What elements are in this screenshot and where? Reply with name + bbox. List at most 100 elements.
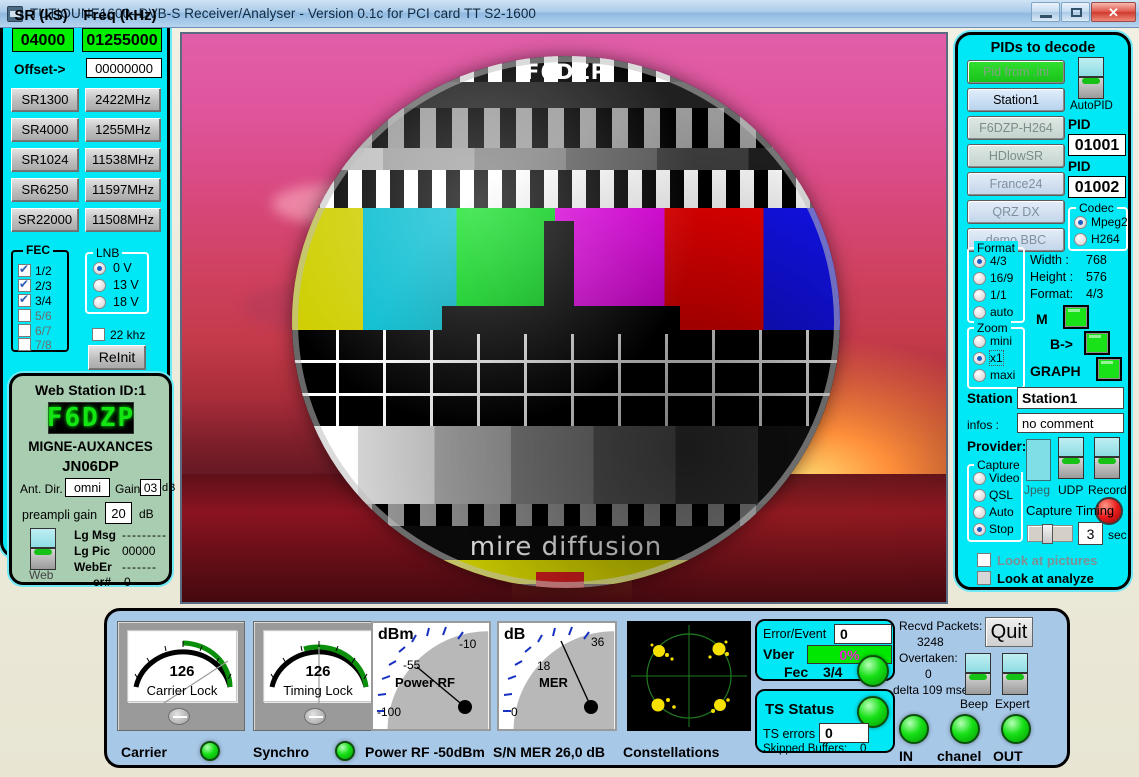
power-rf-caption: Power RF — [395, 675, 455, 690]
infos-field[interactable]: no comment — [1017, 413, 1124, 433]
codec-radio-1[interactable] — [1074, 233, 1087, 246]
carrier-knob[interactable] — [168, 708, 190, 725]
station-field[interactable]: Station1 — [1017, 387, 1124, 409]
beep-toggle-switch[interactable] — [965, 653, 991, 695]
mer-tick-max: 36 — [591, 635, 605, 649]
freq-preset-2[interactable]: 11538MHz — [85, 148, 161, 172]
fec-check-0[interactable] — [18, 262, 31, 277]
b-indicator-lamp — [1084, 331, 1110, 355]
record-toggle-switch[interactable] — [1094, 437, 1120, 479]
codec-group: Codec Mpeg2 H264 — [1068, 201, 1128, 251]
power-rf-tick-mid: -55 — [403, 658, 421, 672]
quit-button[interactable]: Quit — [985, 617, 1033, 647]
freq-preset-4[interactable]: 11508MHz — [85, 208, 161, 232]
format-radio-3[interactable] — [973, 306, 986, 319]
fec-check-1[interactable] — [18, 277, 31, 292]
fec-label-3: 5/6 — [35, 309, 52, 323]
fec-label-4: 6/7 — [35, 324, 52, 338]
ts-errors-field: 0 — [819, 723, 869, 743]
fec-label-1: 2/3 — [35, 279, 52, 293]
pid-button-3[interactable]: HDlowSR — [967, 144, 1065, 168]
fec-check-4[interactable] — [18, 324, 31, 337]
codec-radio-0[interactable] — [1074, 216, 1087, 229]
preampli-unit: dB — [139, 507, 154, 521]
sr-preset-4[interactable]: SR22000 — [11, 208, 79, 232]
out-led — [1001, 714, 1031, 744]
capture-radio-3[interactable] — [973, 523, 986, 536]
globe-top-text: F6DZP — [524, 60, 607, 84]
jpeg-button[interactable] — [1026, 439, 1051, 481]
m-indicator-lamp — [1063, 305, 1089, 329]
capture-radio-1[interactable] — [973, 489, 986, 502]
close-button[interactable]: ✕ — [1091, 2, 1136, 22]
reinit-button[interactable]: ReInit — [88, 345, 146, 370]
vber-label: Vber — [763, 646, 795, 662]
maximize-button[interactable] — [1061, 2, 1090, 22]
carrier-led — [200, 741, 220, 761]
pid-button-4[interactable]: France24 — [967, 172, 1065, 196]
sr-preset-2[interactable]: SR1024 — [11, 148, 79, 172]
expert-toggle-switch[interactable] — [1002, 653, 1028, 695]
title-bar: TUTIOUNE1600- DVB-S Receiver/Analyser - … — [0, 0, 1139, 28]
recvd-packets-label: Recvd Packets: — [899, 619, 983, 633]
format-group: Format 4/3 16/9 1/1 auto — [967, 241, 1025, 323]
sr-preset-1[interactable]: SR4000 — [11, 118, 79, 142]
aspect-label: Format: — [1030, 287, 1074, 301]
sr-value-field[interactable]: 04000 — [12, 28, 74, 52]
look-analyze-label: Look at analyze — [997, 571, 1094, 586]
lnb-radio-1[interactable] — [93, 279, 106, 292]
fec-check-2[interactable] — [18, 292, 31, 307]
freq-preset-1[interactable]: 1255MHz — [85, 118, 161, 142]
fec-check-3[interactable] — [18, 309, 31, 322]
lnb-radio-0[interactable] — [93, 262, 106, 275]
in-led — [899, 714, 929, 744]
jpeg-label: Jpeg — [1024, 483, 1051, 497]
ant-dir-field[interactable]: omni — [65, 478, 110, 497]
pid-button-1[interactable]: Station1 — [967, 88, 1065, 112]
freq-preset-0[interactable]: 2422MHz — [85, 88, 161, 112]
video-preview[interactable]: F6DZP mire diffusion — [180, 32, 948, 604]
zoom-radio-1[interactable] — [973, 352, 986, 365]
capture-timing-field[interactable]: 3 — [1078, 522, 1103, 545]
khz22-checkbox[interactable] — [92, 328, 105, 341]
sr-preset-0[interactable]: SR1300 — [11, 88, 79, 112]
autopid-toggle-switch[interactable] — [1078, 57, 1104, 99]
measurement-panel: 126 Carrier Lock Carrier 126 Timing Lock… — [104, 608, 1070, 768]
format-radio-0[interactable] — [973, 255, 986, 268]
minimize-button[interactable] — [1031, 2, 1060, 22]
zoom-radio-2[interactable] — [973, 369, 986, 382]
pid-button-0[interactable]: Pid from .ini — [967, 60, 1065, 84]
constellation-display — [627, 621, 751, 731]
capture-radio-0[interactable] — [973, 472, 986, 485]
capture-radio-2[interactable] — [973, 506, 986, 519]
look-pictures-checkbox[interactable] — [977, 553, 991, 567]
provider-label: Provider: — [967, 439, 1027, 454]
zoom-radio-0[interactable] — [973, 335, 986, 348]
graph-indicator-lamp[interactable] — [1096, 357, 1122, 381]
gain-field[interactable]: 03 — [140, 479, 161, 496]
format-radio-2[interactable] — [973, 289, 986, 302]
zoom-label-1: x1 — [989, 350, 1004, 366]
recvd-packets-value: 3248 — [917, 635, 944, 649]
freq-value-field[interactable]: 01255000 — [82, 28, 162, 52]
pid-video-field[interactable]: 01001 — [1068, 134, 1126, 156]
timing-knob[interactable] — [304, 708, 326, 725]
pid-button-5[interactable]: QRZ DX — [967, 200, 1065, 224]
freq-preset-3[interactable]: 11597MHz — [85, 178, 161, 202]
udp-toggle-switch[interactable] — [1058, 437, 1084, 479]
sr-preset-3[interactable]: SR6250 — [11, 178, 79, 202]
pid-button-2[interactable]: F6DZP-H264 — [967, 116, 1065, 140]
format-radio-1[interactable] — [973, 272, 986, 285]
web-toggle-switch[interactable] — [30, 528, 56, 570]
fec-check-5[interactable] — [18, 338, 31, 351]
locality-text: MIGNE-AUXANCES — [28, 439, 153, 454]
offset-field[interactable]: 00000000 — [86, 58, 162, 78]
capture-label-1: QSL — [989, 488, 1014, 502]
look-analyze-checkbox[interactable] — [977, 571, 991, 585]
capture-timing-slider[interactable] — [1027, 524, 1073, 544]
format-label-0: 4/3 — [990, 254, 1007, 268]
preampli-field[interactable]: 20 — [105, 502, 132, 524]
lnb-radio-2[interactable] — [93, 296, 106, 309]
capture-timing-label: Capture Timing — [1026, 503, 1115, 518]
pid-audio-field[interactable]: 01002 — [1068, 176, 1126, 198]
